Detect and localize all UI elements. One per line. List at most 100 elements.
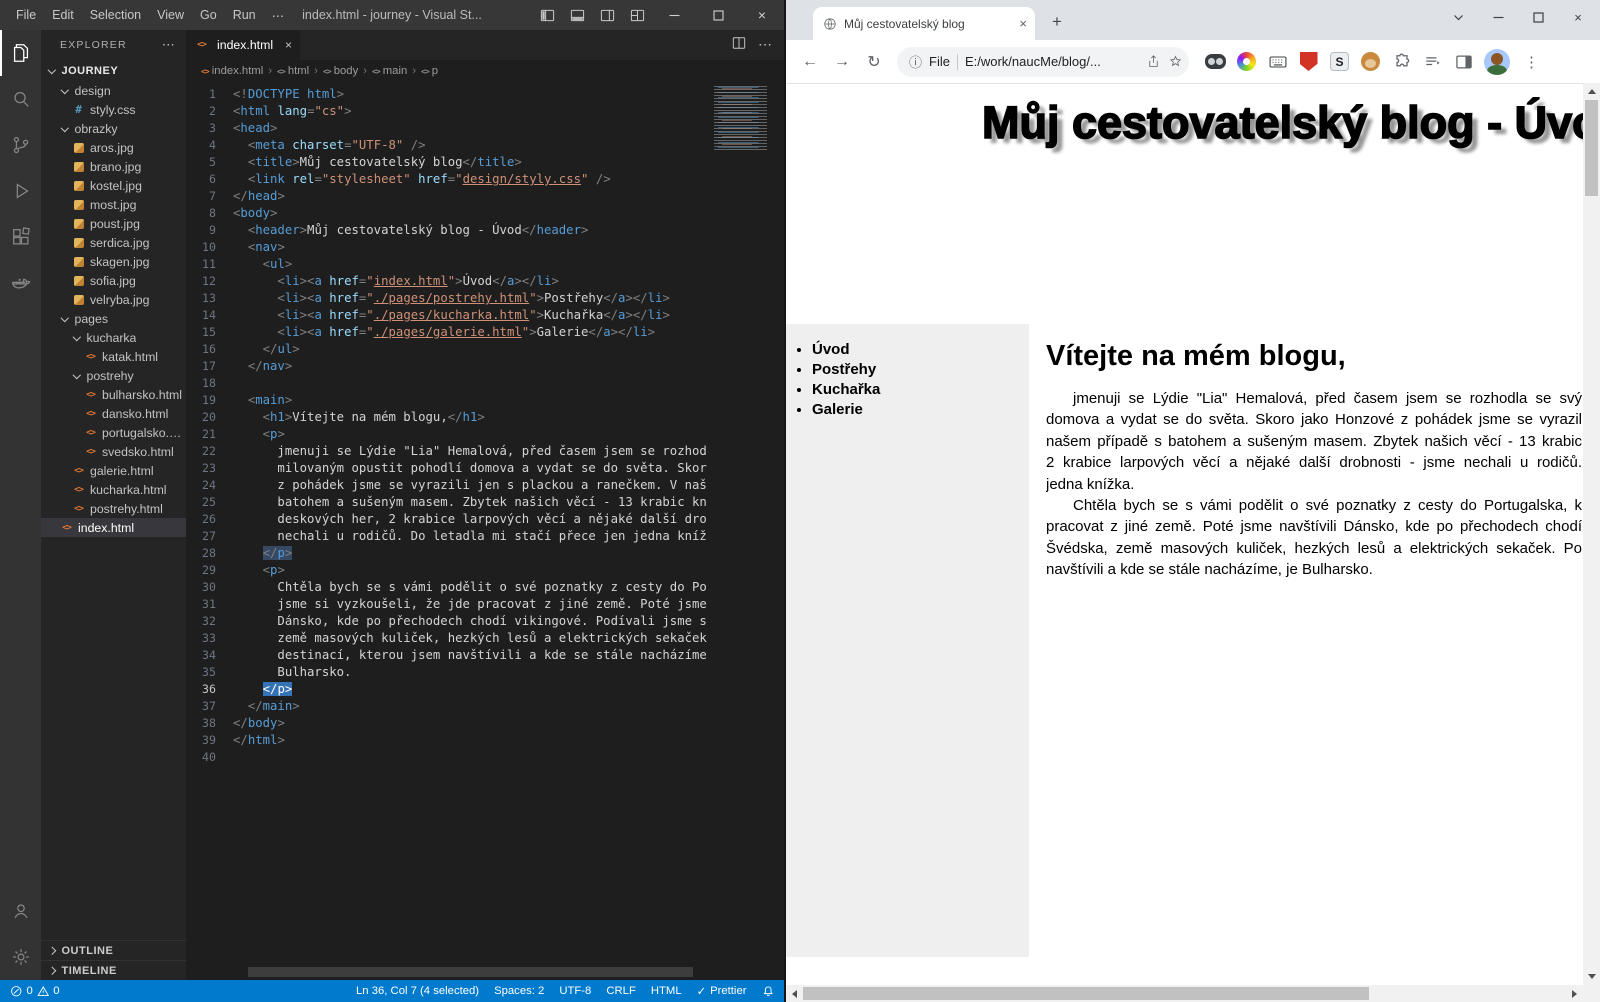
- minimap[interactable]: [714, 86, 772, 150]
- encoding[interactable]: UTF-8: [559, 985, 591, 997]
- puzzle-extensions-icon[interactable]: [1391, 51, 1412, 72]
- nav-link-postehy[interactable]: Postřehy: [812, 360, 1029, 380]
- menu-run[interactable]: Run: [225, 0, 264, 30]
- tree-item-svedsko.html[interactable]: svedsko.html: [41, 442, 186, 461]
- breadcrumb-html[interactable]: <> html: [277, 65, 309, 77]
- tree-item-kucharka[interactable]: kucharka: [41, 328, 186, 347]
- tree-item-serdica.jpg[interactable]: serdica.jpg: [41, 233, 186, 252]
- menu-edit[interactable]: Edit: [44, 0, 82, 30]
- code-line-29[interactable]: 29 <p>: [186, 562, 784, 579]
- code-line-24[interactable]: 24 z pohádek jsme se vyrazili jen s plac…: [186, 477, 784, 494]
- breadcrumb-p[interactable]: <> p: [421, 65, 438, 77]
- tree-item-aros.jpg[interactable]: aros.jpg: [41, 138, 186, 157]
- menu-view[interactable]: View: [149, 0, 192, 30]
- vertical-scrollbar-thumb[interactable]: [1585, 100, 1598, 196]
- tree-item-portugalsko.html[interactable]: portugalsko.html: [41, 423, 186, 442]
- browser-menu-icon[interactable]: [1520, 53, 1543, 71]
- code-line-12[interactable]: 12 <li><a href="index.html">Úvod</a></li…: [186, 273, 784, 290]
- tree-item-most.jpg[interactable]: most.jpg: [41, 195, 186, 214]
- code-line-5[interactable]: 5 <title>Můj cestovatelský blog</title>: [186, 154, 784, 171]
- code-line-7[interactable]: 7</head>: [186, 188, 784, 205]
- code-line-16[interactable]: 16 </ul>: [186, 341, 784, 358]
- nav-link-vod[interactable]: Úvod: [812, 340, 1029, 360]
- code-line-33[interactable]: 33 země masových kuliček, hezkých lesů a…: [186, 630, 784, 647]
- tree-item-kucharka.html[interactable]: kucharka.html: [41, 480, 186, 499]
- horizontal-scrollbar-thumb[interactable]: [803, 987, 1369, 1000]
- breadcrumb-main[interactable]: <> main: [372, 65, 407, 77]
- tree-item-poust.jpg[interactable]: poust.jpg: [41, 214, 186, 233]
- page-info-icon[interactable]: ⓘ: [909, 52, 922, 71]
- code-line-22[interactable]: 22 jmenuji se Lýdie "Lia" Hemalová, před…: [186, 443, 784, 460]
- bookmark-star-icon[interactable]: [1168, 54, 1183, 69]
- menu-more[interactable]: ⋯: [264, 0, 293, 30]
- playlist-icon[interactable]: [1422, 51, 1443, 72]
- customize-layout-icon[interactable]: [622, 0, 652, 30]
- editor-horizontal-scrollbar[interactable]: [248, 967, 693, 977]
- maximize-button[interactable]: [696, 0, 740, 30]
- editor-more-actions-icon[interactable]: [758, 36, 772, 54]
- tab-index-html[interactable]: index.html ×: [186, 30, 300, 60]
- code-line-28[interactable]: 28 </p>: [186, 545, 784, 562]
- close-button[interactable]: ×: [1558, 0, 1598, 34]
- tree-item-styly.css[interactable]: styly.css: [41, 100, 186, 119]
- maximize-button[interactable]: [1518, 0, 1558, 34]
- code-line-15[interactable]: 15 <li><a href="./pages/galerie.html">Ga…: [186, 324, 784, 341]
- tab-search-chevron-icon[interactable]: [1438, 0, 1478, 34]
- address-bar[interactable]: ⓘ File E:/work/naucMe/blog/...: [897, 47, 1189, 77]
- docker-icon[interactable]: [0, 260, 41, 306]
- code-line-40[interactable]: 40: [186, 749, 784, 766]
- formatter[interactable]: ✓ Prettier: [697, 985, 747, 998]
- account-icon[interactable]: [0, 888, 41, 934]
- code-line-35[interactable]: 35 Bulharsko.: [186, 664, 784, 681]
- search-icon[interactable]: [0, 76, 41, 122]
- code-line-34[interactable]: 34 destinací, kterou jsem navštívili a k…: [186, 647, 784, 664]
- menu-file[interactable]: File: [8, 0, 44, 30]
- tree-item-kostel.jpg[interactable]: kostel.jpg: [41, 176, 186, 195]
- close-button[interactable]: ×: [740, 0, 784, 30]
- indentation[interactable]: Spaces: 2: [494, 985, 544, 997]
- tree-item-galerie.html[interactable]: galerie.html: [41, 461, 186, 480]
- code-line-14[interactable]: 14 <li><a href="./pages/kucharka.html">K…: [186, 307, 784, 324]
- tab-close-icon[interactable]: ×: [1019, 16, 1027, 31]
- reload-icon[interactable]: ↻: [859, 47, 889, 77]
- tree-item-velryba.jpg[interactable]: velryba.jpg: [41, 290, 186, 309]
- explorer-more-actions-icon[interactable]: [162, 37, 176, 53]
- forward-icon[interactable]: →: [827, 47, 857, 77]
- tree-item-pages[interactable]: pages: [41, 309, 186, 328]
- tree-item-obrazky[interactable]: obrazky: [41, 119, 186, 138]
- breadcrumb-body[interactable]: <> body: [323, 65, 358, 77]
- problems-indicator[interactable]: 0 0: [10, 985, 60, 998]
- workspace-root-folder[interactable]: JOURNEY: [41, 60, 186, 81]
- code-line-36[interactable]: 36 </p>: [186, 681, 784, 698]
- profile-avatar[interactable]: [1484, 49, 1510, 75]
- code-editor[interactable]: 1<!DOCTYPE html>2<html lang="cs">3<head>…: [186, 82, 784, 980]
- code-line-9[interactable]: 9 <header>Můj cestovatelský blog - Úvod<…: [186, 222, 784, 239]
- share-icon[interactable]: [1146, 54, 1161, 69]
- browser-tab[interactable]: Můj cestovatelský blog ×: [813, 7, 1035, 40]
- toggle-panel-icon[interactable]: [562, 0, 592, 30]
- panel-timeline[interactable]: TIMELINE: [41, 960, 186, 980]
- code-line-20[interactable]: 20 <h1>Vítejte na mém blogu,</h1>: [186, 409, 784, 426]
- eol-sequence[interactable]: CRLF: [606, 985, 636, 997]
- notifications-bell-icon[interactable]: [762, 985, 775, 998]
- code-line-32[interactable]: 32 Dánsko, kde po přechodech chodí vikin…: [186, 613, 784, 630]
- code-line-19[interactable]: 19 <main>: [186, 392, 784, 409]
- tree-item-postrehy.html[interactable]: postrehy.html: [41, 499, 186, 518]
- goggles-extension-icon[interactable]: [1205, 51, 1226, 72]
- code-line-11[interactable]: 11 <ul>: [186, 256, 784, 273]
- code-line-26[interactable]: 26 deskových her, 2 krabice larpových vě…: [186, 511, 784, 528]
- panel-outline[interactable]: OUTLINE: [41, 940, 186, 960]
- side-panel-icon[interactable]: [1453, 51, 1474, 72]
- tree-item-bulharsko.html[interactable]: bulharsko.html: [41, 385, 186, 404]
- menu-go[interactable]: Go: [192, 0, 225, 30]
- tree-item-katak.html[interactable]: katak.html: [41, 347, 186, 366]
- language-mode[interactable]: HTML: [651, 985, 682, 997]
- horizontal-scrollbar[interactable]: [786, 985, 1583, 1002]
- code-line-1[interactable]: 1<!DOCTYPE html>: [186, 86, 784, 103]
- code-line-13[interactable]: 13 <li><a href="./pages/postrehy.html">P…: [186, 290, 784, 307]
- extensions-icon[interactable]: [0, 214, 41, 260]
- code-line-4[interactable]: 4 <meta charset="UTF-8" />: [186, 137, 784, 154]
- pinwheel-extension-icon[interactable]: [1236, 51, 1257, 72]
- code-line-17[interactable]: 17 </nav>: [186, 358, 784, 375]
- back-icon[interactable]: ←: [795, 47, 825, 77]
